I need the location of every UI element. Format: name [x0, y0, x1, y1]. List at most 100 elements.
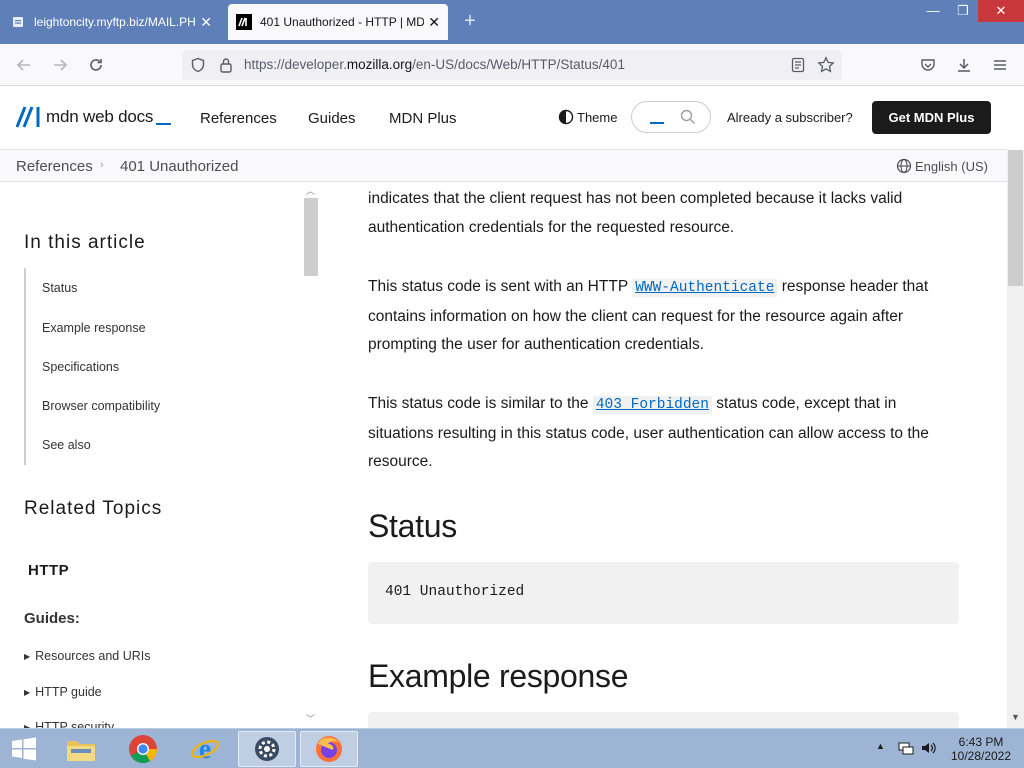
- address-bar[interactable]: https://developer.mozilla.org/en-US/docs…: [182, 50, 842, 80]
- nav-guides[interactable]: Guides: [308, 110, 356, 127]
- theme-icon: [558, 109, 574, 125]
- reload-icon[interactable]: [86, 55, 106, 75]
- volume-icon[interactable]: [920, 740, 938, 756]
- sidebar-scroll-thumb[interactable]: [304, 198, 318, 276]
- guide-label: HTTP security: [35, 720, 115, 728]
- start-button[interactable]: [0, 731, 48, 767]
- mdn-logo-icon: [16, 106, 40, 128]
- downloads-icon[interactable]: [954, 55, 974, 75]
- expand-triangle-icon: ▶: [24, 688, 31, 697]
- internet-explorer-icon[interactable]: e: [176, 731, 234, 767]
- www-authenticate-link[interactable]: WWW-Authenticate: [632, 279, 778, 297]
- chevron-right-icon: ›: [100, 159, 104, 171]
- guide-http-security[interactable]: ▶ HTTP security: [24, 720, 114, 728]
- search-icon[interactable]: [680, 109, 696, 125]
- scroll-down-arrow-icon[interactable]: ▼: [1011, 712, 1020, 722]
- search-input[interactable]: [631, 101, 711, 133]
- window-close-button[interactable]: ✕: [978, 0, 1024, 22]
- related-topics-heading: Related Topics: [24, 498, 163, 519]
- globe-icon: [896, 158, 912, 174]
- browser-titlebar: leightoncity.myftp.biz/MAIL.PHP ✕ 401 Un…: [0, 0, 1024, 44]
- toc-rail: [24, 268, 26, 465]
- language-label: English (US): [915, 158, 988, 174]
- page-icon: [10, 14, 26, 30]
- text: This status code is similar to the: [368, 395, 593, 412]
- clock-time: 6:43 PM: [958, 735, 1004, 749]
- file-explorer-icon[interactable]: [52, 731, 110, 767]
- tab-label: leightoncity.myftp.biz/MAIL.PHP: [34, 15, 197, 29]
- menu-icon[interactable]: [990, 55, 1010, 75]
- system-clock[interactable]: 6:43 PM 10/28/2022: [946, 735, 1016, 763]
- toc-heading: In this article: [24, 232, 146, 253]
- bookmark-star-icon[interactable]: [816, 55, 836, 75]
- get-mdn-plus-button[interactable]: Get MDN Plus: [872, 101, 991, 134]
- svg-text:e: e: [199, 734, 211, 764]
- chrome-icon[interactable]: [114, 731, 172, 767]
- settings-gear-icon[interactable]: [238, 731, 296, 767]
- windows-taskbar: e ▲ 6:43 PM 10/28/2022: [0, 728, 1024, 768]
- breadcrumb: References › 401 Unauthorized English (U…: [0, 150, 1007, 182]
- network-icon[interactable]: [898, 740, 914, 756]
- sidebar: ︿ ﹀ In this article Status Example respo…: [0, 182, 320, 728]
- pocket-icon[interactable]: [918, 55, 938, 75]
- heading-example-response: Example response: [368, 658, 629, 694]
- firefox-icon[interactable]: [300, 731, 358, 767]
- tab-label: 401 Unauthorized - HTTP | MDN: [260, 15, 425, 29]
- url-text[interactable]: https://developer.mozilla.org/en-US/docs…: [244, 57, 625, 72]
- tray-expand-icon[interactable]: ▲: [876, 741, 885, 751]
- guides-heading: Guides:: [24, 610, 80, 627]
- chevron-down-icon[interactable]: ﹀: [306, 712, 315, 725]
- article-content: indicates that the client request has no…: [368, 182, 968, 728]
- url-path: /en-US/docs/Web/HTTP/Status/401: [412, 57, 625, 72]
- breadcrumb-references[interactable]: References: [16, 158, 93, 175]
- guide-http-guide[interactable]: ▶ HTTP guide: [24, 685, 102, 699]
- tab-mdn[interactable]: 401 Unauthorized - HTTP | MDN ✕: [228, 4, 448, 40]
- breadcrumb-current[interactable]: 401 Unauthorized: [120, 158, 238, 175]
- nav-references[interactable]: References: [200, 110, 277, 127]
- search-cursor: [650, 122, 664, 124]
- mdn-logo[interactable]: mdn web docs: [16, 106, 172, 128]
- toc-item-browser-compatibility[interactable]: Browser compatibility: [42, 399, 160, 413]
- close-icon[interactable]: ✕: [200, 14, 212, 31]
- windows-logo-icon: [12, 737, 36, 761]
- toc-item-example-response[interactable]: Example response: [42, 321, 146, 335]
- login-link[interactable]: Already a subscriber?: [727, 110, 853, 125]
- minimize-button[interactable]: —: [918, 0, 948, 22]
- guide-resources-and-uris[interactable]: ▶ Resources and URIs: [24, 649, 150, 663]
- language-switcher[interactable]: English (US): [896, 158, 988, 174]
- navigation-toolbar: https://developer.mozilla.org/en-US/docs…: [0, 44, 1024, 86]
- restore-button[interactable]: ❐: [948, 0, 978, 22]
- mdn-favicon-icon: [236, 14, 252, 30]
- reader-view-icon[interactable]: [788, 55, 808, 75]
- close-icon[interactable]: ✕: [428, 14, 440, 31]
- page-scroll-thumb[interactable]: [1008, 150, 1023, 286]
- toc-item-specifications[interactable]: Specifications: [42, 360, 119, 374]
- toc-item-see-also[interactable]: See also: [42, 438, 91, 452]
- back-icon[interactable]: [14, 55, 34, 75]
- 403-forbidden-link[interactable]: 403 Forbidden: [592, 396, 712, 414]
- page-scrollbar[interactable]: ▼: [1007, 150, 1024, 728]
- tab-mail[interactable]: leightoncity.myftp.biz/MAIL.PHP ✕: [2, 4, 220, 40]
- lock-icon[interactable]: [216, 55, 236, 75]
- paragraph-intro: indicates that the client request has no…: [368, 190, 903, 236]
- guide-label: HTTP guide: [35, 685, 102, 699]
- logo-underscore: [156, 123, 172, 125]
- sidebar-http-link[interactable]: HTTP: [28, 562, 69, 579]
- url-domain: mozilla.org: [346, 57, 413, 72]
- new-tab-button[interactable]: +: [458, 10, 482, 34]
- chevron-up-icon[interactable]: ︿: [306, 184, 315, 197]
- paragraph-www-authenticate: This status code is sent with an HTTP WW…: [368, 273, 958, 360]
- logo-text: mdn web docs: [46, 107, 154, 126]
- example-code-block: [368, 712, 959, 728]
- nav-mdn-plus[interactable]: MDN Plus: [389, 110, 457, 127]
- text: This status code is sent with an HTTP: [368, 278, 633, 295]
- theme-toggle[interactable]: Theme: [558, 109, 617, 125]
- paragraph-403-comparison: This status code is similar to the 403 F…: [368, 390, 958, 477]
- status-code-block: 401 Unauthorized: [368, 562, 959, 624]
- guide-label: Resources and URIs: [35, 649, 151, 663]
- toc-item-status[interactable]: Status: [42, 281, 77, 295]
- sidebar-scrollbar[interactable]: ︿ ﹀: [304, 182, 318, 728]
- shield-icon[interactable]: [188, 55, 208, 75]
- url-prefix: https://developer.: [244, 57, 347, 72]
- forward-icon[interactable]: [50, 55, 70, 75]
